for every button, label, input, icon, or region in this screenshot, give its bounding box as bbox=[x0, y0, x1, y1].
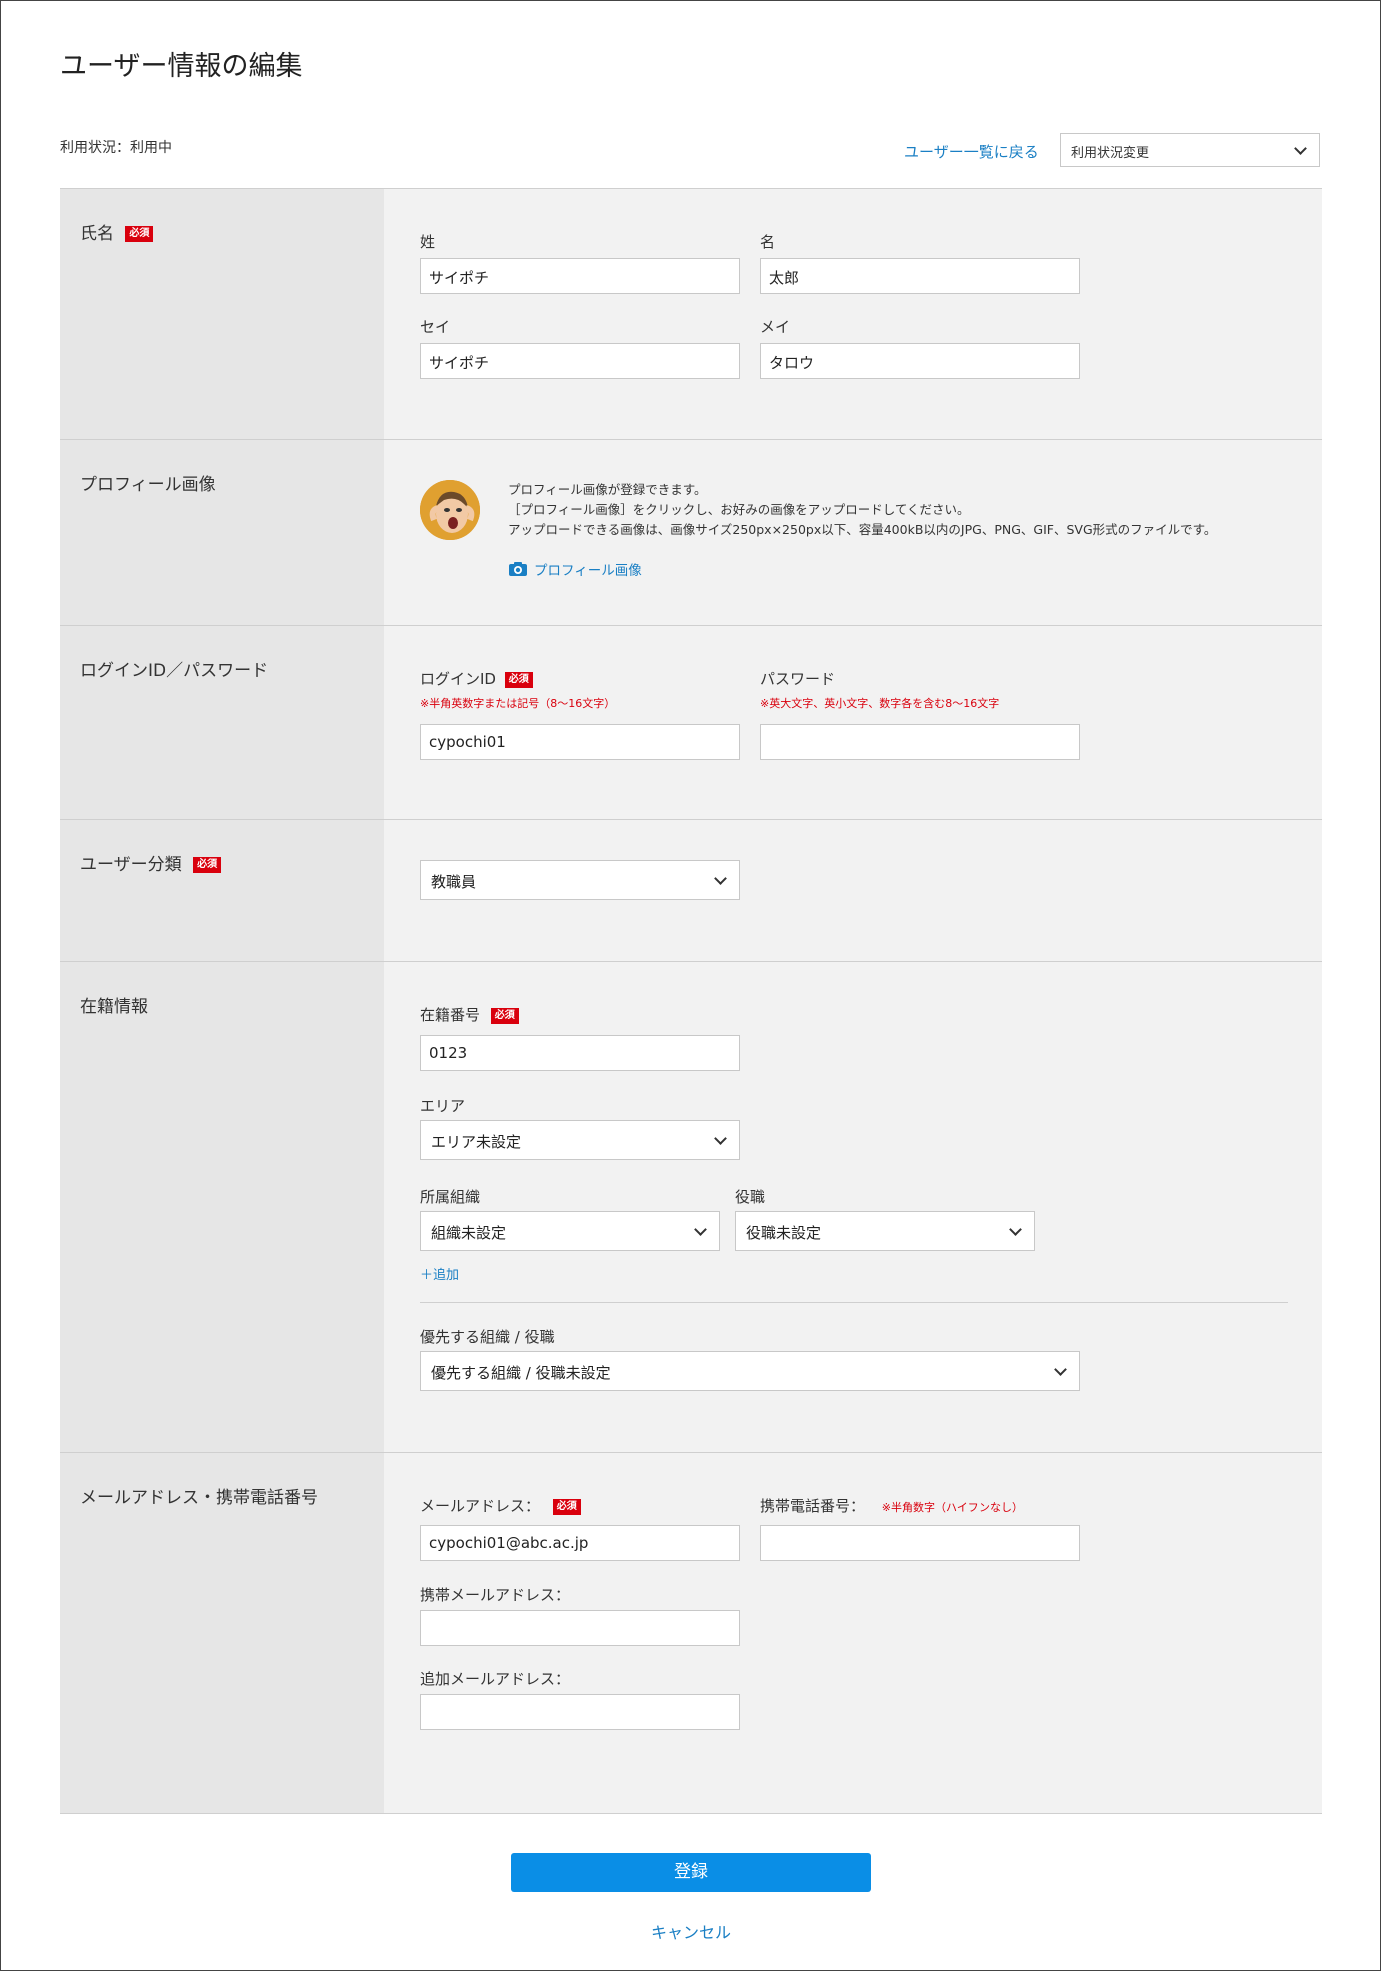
user-type-select-value: 教職員 bbox=[431, 873, 477, 891]
phone-note: ※半角数字（ハイフンなし） bbox=[881, 1501, 1024, 1514]
profile-image-upload-label: プロフィール画像 bbox=[534, 563, 642, 579]
login-id-label: ログインID bbox=[420, 670, 496, 688]
password-note: ※英大文字、英小文字、数字各を含む8〜16文字 bbox=[760, 697, 1000, 710]
last-name-label: 姓 bbox=[420, 233, 436, 251]
mobile-email-label: 携帯メールアドレス： bbox=[420, 1586, 571, 1604]
required-badge: 必須 bbox=[125, 226, 154, 242]
area-select-value: エリア未設定 bbox=[431, 1133, 522, 1151]
profile-line-1: プロフィール画像が登録できます。 bbox=[508, 482, 707, 497]
section-label: 氏名 bbox=[80, 224, 114, 244]
chevron-down-icon bbox=[1294, 142, 1307, 155]
section-label: メールアドレス・携帯電話番号 bbox=[80, 1488, 318, 1508]
profile-instructions: プロフィール画像が登録できます。 ［プロフィール画像］をクリックし、お好みの画像… bbox=[508, 480, 1308, 540]
chevron-down-icon bbox=[714, 1132, 727, 1145]
required-badge: 必須 bbox=[552, 1498, 581, 1515]
section-label-cell: プロフィール画像 bbox=[60, 440, 384, 625]
required-badge: 必須 bbox=[504, 671, 533, 688]
back-to-user-list-link[interactable]: ユーザー一覧に戻る bbox=[904, 141, 1039, 162]
enrollment-number-input[interactable]: 0123 bbox=[420, 1035, 740, 1071]
phone-label: 携帯電話番号： bbox=[760, 1497, 866, 1515]
section-profile-image: プロフィール画像 プロフィール画像が登録できます。 ［プロフィール画像］をクリッ… bbox=[60, 440, 1322, 626]
enrollment-number-label: 在籍番号 bbox=[420, 1006, 481, 1024]
last-name-kana-input[interactable]: サイポチ bbox=[420, 343, 740, 379]
position-select[interactable]: 役職未設定 bbox=[735, 1211, 1035, 1251]
status-change-select-value: 利用状況変更 bbox=[1071, 146, 1150, 161]
email-label: メールアドレス： bbox=[420, 1497, 541, 1515]
password-label: パスワード bbox=[760, 670, 836, 688]
status-text: 利用状況：利用中 bbox=[60, 140, 172, 156]
priority-select[interactable]: 優先する組織 / 役職未設定 bbox=[420, 1351, 1080, 1391]
status-change-select[interactable]: 利用状況変更 bbox=[1060, 133, 1320, 167]
section-label: 在籍情報 bbox=[80, 997, 148, 1017]
last-name-input[interactable]: サイポチ bbox=[420, 258, 740, 294]
organization-select[interactable]: 組織未設定 bbox=[420, 1211, 720, 1251]
priority-label: 優先する組織 / 役職 bbox=[420, 1328, 555, 1346]
section-user-type: ユーザー分類 必須 教職員 bbox=[60, 820, 1322, 962]
camera-icon bbox=[509, 562, 527, 576]
avatar-image bbox=[420, 480, 480, 540]
chevron-down-icon bbox=[694, 1223, 707, 1236]
area-select[interactable]: エリア未設定 bbox=[420, 1120, 740, 1160]
profile-line-3: アップロードできる画像は、画像サイズ250px×250px以下、容量400kB以… bbox=[508, 522, 1217, 537]
first-name-input[interactable]: 太郎 bbox=[760, 258, 1080, 294]
required-badge: 必須 bbox=[490, 1007, 519, 1024]
login-id-input[interactable]: cypochi01 bbox=[420, 724, 740, 760]
user-type-select[interactable]: 教職員 bbox=[420, 860, 740, 900]
first-name-kana-label: メイ bbox=[760, 318, 791, 336]
mobile-email-input[interactable] bbox=[420, 1610, 740, 1646]
position-label: 役職 bbox=[735, 1188, 766, 1206]
section-label-cell: ログインID／パスワード bbox=[60, 626, 384, 819]
password-input[interactable] bbox=[760, 724, 1080, 760]
section-enrollment: 在籍情報 在籍番号 必須 0123 エリア エリア未設定 所属組織 組織未設定 … bbox=[60, 962, 1322, 1453]
chevron-down-icon bbox=[714, 872, 727, 885]
section-name: 氏名 必須 姓 サイポチ 名 太郎 セイ サイポチ メイ タロウ bbox=[60, 189, 1322, 440]
login-id-note: ※半角英数字または記号（8〜16文字） bbox=[420, 697, 616, 710]
section-label: ユーザー分類 bbox=[80, 855, 182, 875]
page-title: ユーザー情報の編集 bbox=[60, 51, 303, 82]
section-label: プロフィール画像 bbox=[80, 475, 216, 495]
extra-email-input[interactable] bbox=[420, 1694, 740, 1730]
chevron-down-icon bbox=[1054, 1363, 1067, 1376]
user-edit-form: 氏名 必須 姓 サイポチ 名 太郎 セイ サイポチ メイ タロウ プロフィール画… bbox=[60, 188, 1322, 1814]
extra-email-label: 追加メールアドレス： bbox=[420, 1670, 571, 1688]
avatar bbox=[420, 480, 480, 540]
profile-line-2: ［プロフィール画像］をクリックし、お好みの画像をアップロードしてください。 bbox=[508, 502, 970, 517]
first-name-kana-input[interactable]: タロウ bbox=[760, 343, 1080, 379]
cancel-link[interactable]: キャンセル bbox=[651, 1919, 731, 1943]
organization-label: 所属組織 bbox=[420, 1188, 481, 1206]
section-contact: メールアドレス・携帯電話番号 メールアドレス： 必須 cypochi01@abc… bbox=[60, 1453, 1322, 1814]
profile-image-upload-link[interactable]: プロフィール画像 bbox=[508, 559, 642, 579]
chevron-down-icon bbox=[1009, 1223, 1022, 1236]
last-name-kana-label: セイ bbox=[420, 318, 451, 336]
first-name-label: 名 bbox=[760, 233, 776, 251]
section-label-cell: ユーザー分類 必須 bbox=[60, 820, 384, 961]
section-label: ログインID／パスワード bbox=[80, 661, 269, 681]
email-input[interactable]: cypochi01@abc.ac.jp bbox=[420, 1525, 740, 1561]
priority-select-value: 優先する組織 / 役職未設定 bbox=[431, 1364, 611, 1382]
section-login: ログインID／パスワード ログインID 必須 ※半角英数字または記号（8〜16文… bbox=[60, 626, 1322, 820]
submit-button[interactable]: 登録 bbox=[511, 1853, 871, 1892]
phone-input[interactable] bbox=[760, 1525, 1080, 1561]
section-label-cell: 氏名 必須 bbox=[60, 189, 384, 439]
section-label-cell: メールアドレス・携帯電話番号 bbox=[60, 1453, 384, 1813]
section-label-cell: 在籍情報 bbox=[60, 962, 384, 1452]
area-label: エリア bbox=[420, 1097, 466, 1115]
divider bbox=[420, 1302, 1288, 1303]
add-organization-link[interactable]: ＋追加 bbox=[420, 1264, 459, 1283]
required-badge: 必須 bbox=[193, 857, 222, 873]
organization-select-value: 組織未設定 bbox=[431, 1224, 507, 1242]
position-select-value: 役職未設定 bbox=[746, 1224, 822, 1242]
